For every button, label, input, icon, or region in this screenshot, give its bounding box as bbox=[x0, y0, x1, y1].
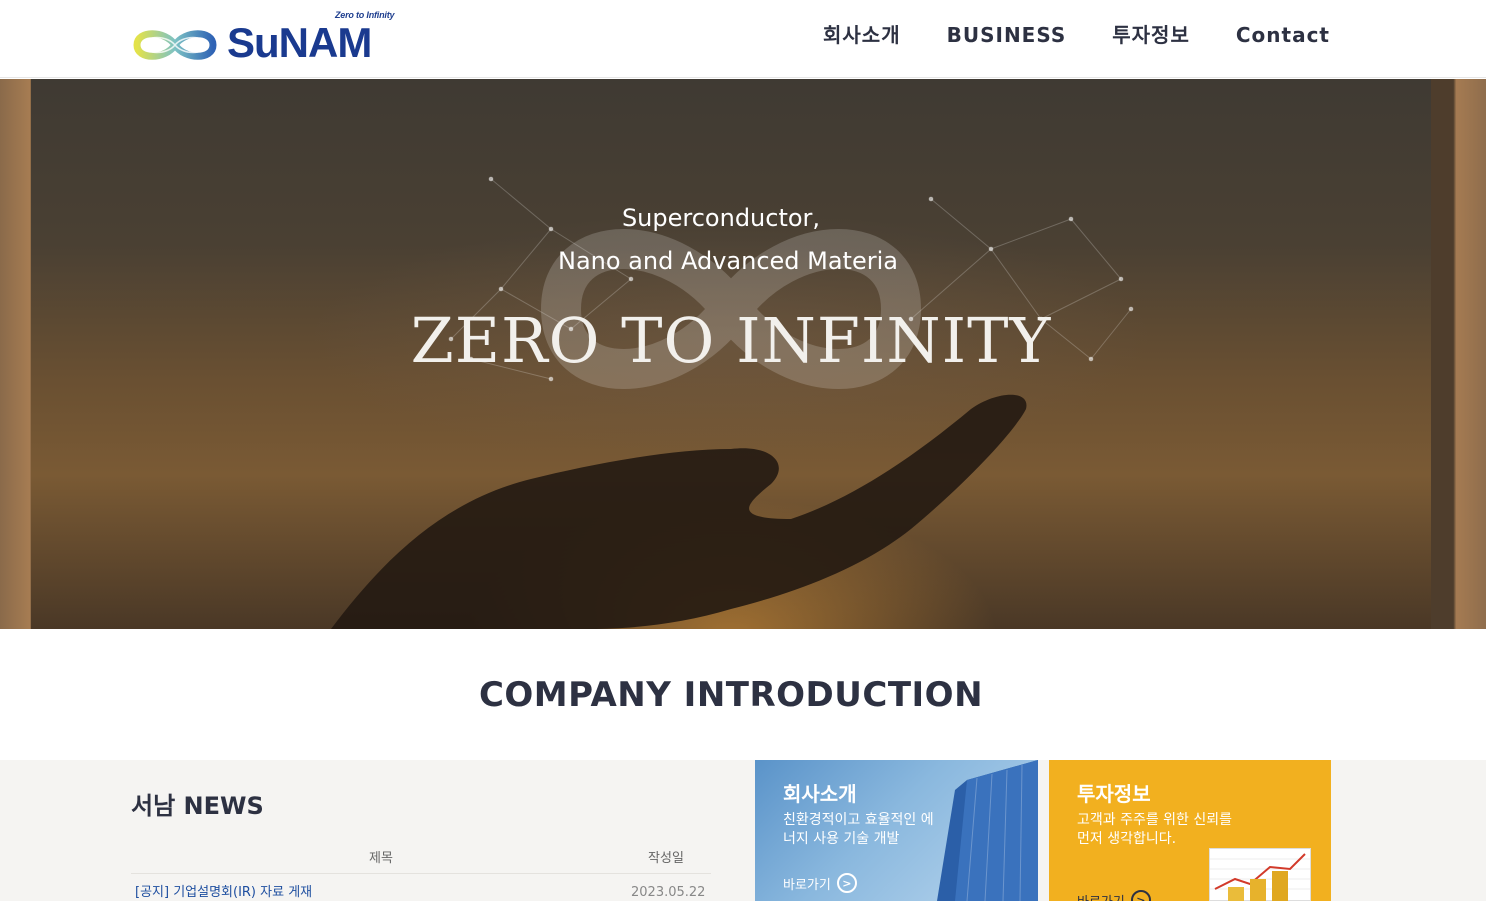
hero-subtitle-line1: Superconductor, bbox=[621, 204, 821, 232]
table-row[interactable]: [공지] 기업설명회(IR) 자료 게재 2023.05.22 bbox=[131, 874, 711, 901]
shortcut-label: 바로가기 bbox=[1077, 891, 1125, 901]
nav-contact[interactable]: Contact bbox=[1213, 20, 1330, 50]
coin-chart-image bbox=[1209, 848, 1311, 901]
hero-banner: Superconductor, Nano and Advanced Materi… bbox=[31, 79, 1431, 629]
rising-chart-icon bbox=[1210, 853, 1310, 901]
news-item-date: 2023.05.22 bbox=[631, 885, 706, 900]
arrow-right-circle-icon: > bbox=[836, 873, 857, 893]
main-nav: 회사소개 BUSINESS 투자정보 Contact bbox=[800, 20, 1330, 50]
logo-text: SuNAM bbox=[227, 19, 372, 66]
news-title: 서남 NEWS bbox=[131, 792, 264, 820]
building-image bbox=[937, 760, 1038, 901]
infinity-logo-icon bbox=[133, 30, 217, 60]
shortcut-link[interactable]: 바로가기 > bbox=[1077, 890, 1151, 901]
shortcut-label: 바로가기 bbox=[783, 877, 831, 893]
card-title: 투자정보 bbox=[1077, 782, 1151, 806]
card-description: 친환경적이고 효율적인 에너지 사용 기술 개발 bbox=[783, 812, 934, 847]
news-item-title[interactable]: [공지] 기업설명회(IR) 자료 게재 bbox=[131, 874, 631, 901]
card-description: 고객과 주주를 위한 신뢰를 먼저 생각합니다. bbox=[1077, 812, 1233, 847]
shortcut-link[interactable]: 바로가기 > bbox=[783, 873, 857, 893]
arrow-right-circle-icon: > bbox=[1130, 890, 1151, 901]
nav-company[interactable]: 회사소개 bbox=[800, 20, 924, 50]
hero-title: ZERO TO INFINITY bbox=[410, 304, 1052, 377]
company-card[interactable]: 회사소개 친환경적이고 효율적인 에너지 사용 기술 개발 바로가기 > bbox=[755, 760, 1038, 901]
card-title: 회사소개 bbox=[783, 782, 857, 806]
site-header: Zero to Infinity SuNAM 회사소개 BUSINESS 투자정… bbox=[0, 0, 1486, 78]
logo[interactable]: Zero to Infinity SuNAM bbox=[131, 8, 403, 70]
column-title: 제목 bbox=[369, 851, 393, 866]
news-table: 제목 작성일 [공지] 기업설명회(IR) 자료 게재 2023.05.22 bbox=[131, 848, 711, 901]
investment-card[interactable]: 투자정보 고객과 주주를 위한 신뢰를 먼저 생각합니다. 바로가기 > bbox=[1049, 760, 1331, 901]
nav-business[interactable]: BUSINESS bbox=[924, 20, 1090, 50]
section-heading: COMPANY INTRODUCTION bbox=[478, 675, 984, 715]
news-table-header: 제목 작성일 bbox=[131, 848, 711, 874]
hero-subtitle-line2: Nano and Advanced Materia bbox=[558, 247, 898, 275]
column-date: 작성일 bbox=[648, 851, 684, 866]
nav-investment[interactable]: 투자정보 bbox=[1089, 20, 1213, 50]
